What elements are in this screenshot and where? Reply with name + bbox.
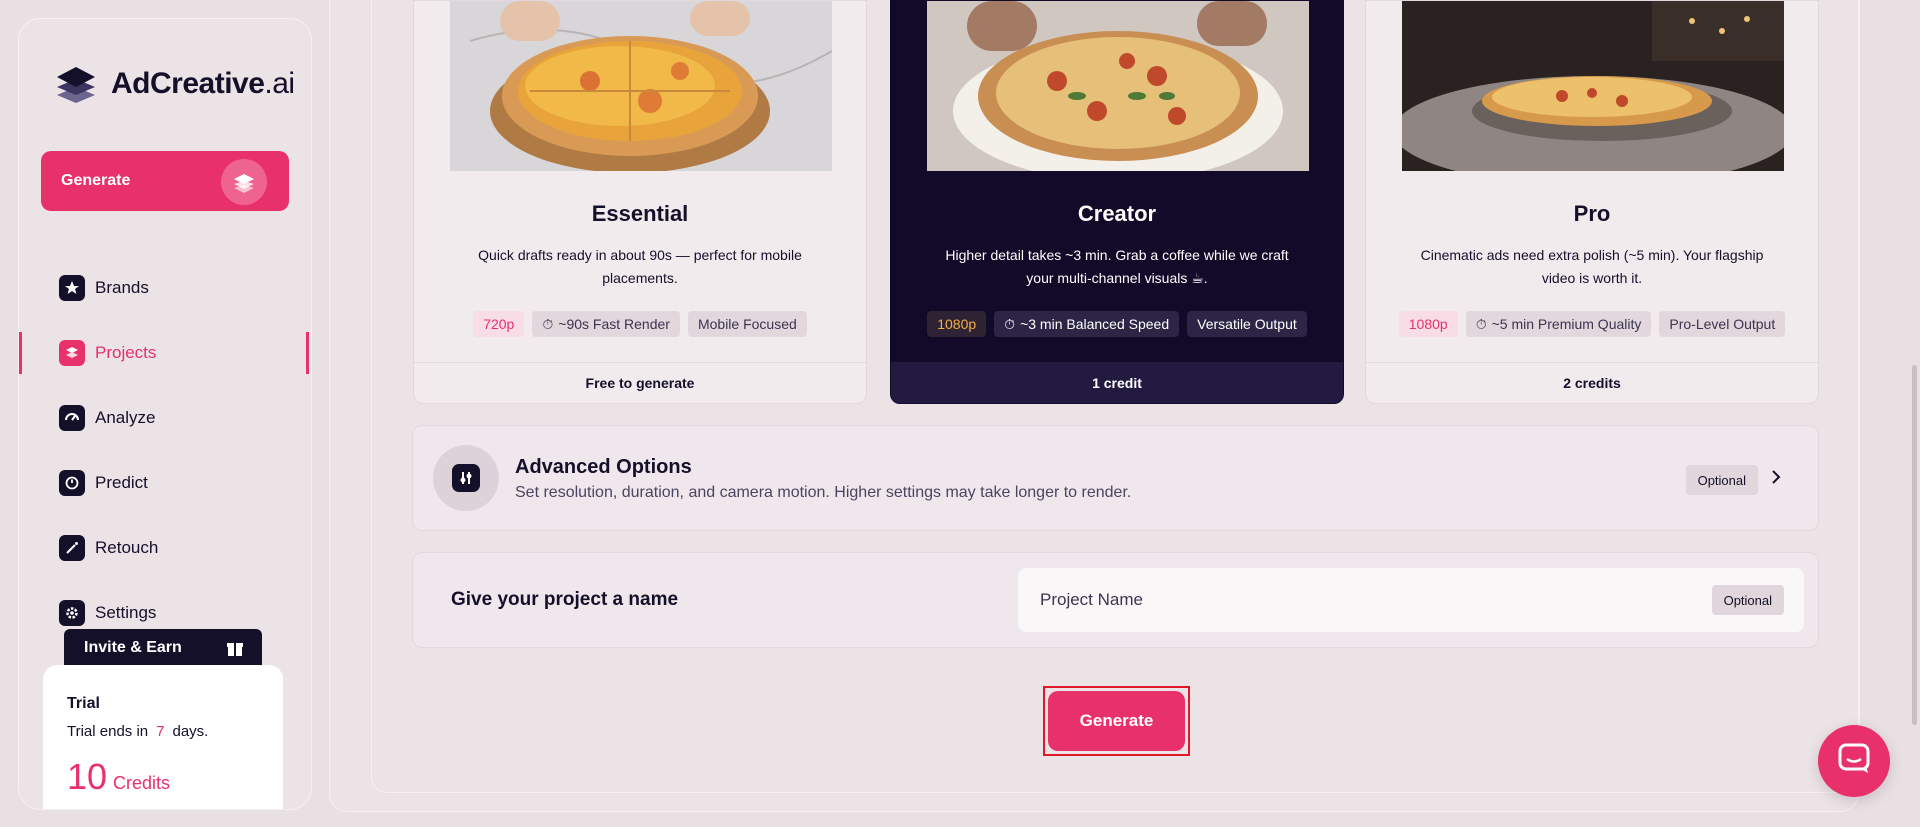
plan-description: Quick drafts ready in about 90s — perfec…: [478, 247, 802, 286]
resolution-tag: 1080p: [927, 311, 987, 337]
trial-card: Trial Trial ends in 7 days. 10 Credits: [43, 665, 283, 809]
sidebar-item-label: Brands: [95, 277, 149, 297]
chat-launcher-button[interactable]: [1818, 725, 1890, 797]
project-name-input[interactable]: [1040, 568, 1640, 632]
sidebar-item-label: Predict: [95, 472, 148, 492]
generate-button[interactable]: Generate: [1048, 691, 1185, 751]
gift-icon: [226, 639, 244, 662]
pizza-image: [927, 1, 1309, 171]
advanced-options-subtitle: Set resolution, duration, and camera mot…: [515, 484, 1132, 501]
speed-tag: ⏱ ~5 min Premium Quality: [1465, 311, 1652, 337]
sidebar-generate-label: Generate: [61, 172, 131, 189]
sidebar-nav: Brands Projects Analyze Predict Retouch …: [19, 255, 311, 645]
optional-badge: Optional: [1685, 465, 1758, 495]
layers-icon: [221, 159, 267, 205]
sidebar-item-projects[interactable]: Projects: [19, 320, 311, 385]
plan-tags: 720p ⏱ ~90s Fast Render Mobile Focused: [414, 311, 866, 337]
star-icon: [59, 274, 85, 301]
project-name-panel: Give your project a name Optional: [412, 552, 1819, 648]
plan-description: Cinematic ads need extra polish (~5 min)…: [1420, 247, 1764, 286]
pizza-image: [450, 1, 832, 171]
speed-tag: ⏱ ~3 min Balanced Speed: [994, 311, 1180, 337]
timer-icon: ⏱: [542, 315, 554, 332]
sidebar-item-predict[interactable]: Predict: [19, 450, 311, 515]
plan-description: Higher detail takes ~3 min. Grab a coffe…: [945, 247, 1289, 286]
invite-earn-button[interactable]: Invite & Earn: [64, 629, 262, 667]
sidebar-item-brands[interactable]: Brands: [19, 255, 311, 320]
plan-card-essential[interactable]: Essential Quick drafts ready in about 90…: [413, 0, 867, 404]
plan-title: Essential: [591, 201, 689, 226]
project-name-label: Give your project a name: [451, 589, 679, 610]
plan-cost: 1 credit: [891, 362, 1343, 403]
trial-credits: 10 Credits: [67, 756, 171, 797]
trial-title: Trial: [67, 695, 100, 712]
plan-title: Pro: [1573, 201, 1611, 226]
scrollbar[interactable]: [1912, 365, 1917, 725]
sidebar-item-label: Settings: [95, 602, 157, 622]
timer-icon: ⏱: [1004, 315, 1016, 332]
sidebar-generate-button[interactable]: Generate: [41, 151, 289, 211]
generate-button-highlight: Generate: [1043, 686, 1190, 756]
plan-title: Creator: [1077, 201, 1157, 226]
predict-icon: [59, 469, 85, 496]
speed-tag: ⏱ ~90s Fast Render: [532, 311, 680, 337]
plan-card-creator[interactable]: Creator Higher detail takes ~3 min. Grab…: [890, 0, 1344, 404]
pizza-image: [1402, 1, 1784, 171]
sidebar-item-label: Analyze: [95, 407, 156, 427]
project-name-field[interactable]: Optional: [1018, 568, 1804, 632]
gear-icon: [59, 599, 85, 626]
chat-icon: [1837, 742, 1871, 781]
logo-text: AdCreative.ai: [111, 67, 295, 100]
plan-tags: 1080p ⏱ ~3 min Balanced Speed Versatile O…: [891, 311, 1343, 337]
plan-cost: Free to generate: [414, 362, 866, 403]
logo-icon: [53, 61, 99, 107]
feature-tag: Versatile Output: [1187, 311, 1307, 337]
layers-icon: [59, 339, 85, 366]
logo[interactable]: AdCreative.ai: [53, 61, 295, 107]
chevron-right-icon[interactable]: [1770, 468, 1782, 491]
advanced-options-panel[interactable]: Advanced Options Set resolution, duratio…: [412, 425, 1819, 531]
trial-ends-text: Trial ends in 7 days.: [67, 723, 209, 740]
advanced-options-title: Advanced Options: [515, 456, 692, 478]
feature-tag: Pro-Level Output: [1659, 311, 1786, 337]
plan-card-pro[interactable]: Pro Cinematic ads need extra polish (~5 …: [1365, 0, 1819, 404]
feature-tag: Mobile Focused: [687, 311, 807, 337]
plan-cost: 2 credits: [1366, 362, 1818, 403]
plan-tags: 1080p ⏱ ~5 min Premium Quality Pro-Level …: [1366, 311, 1818, 337]
sidebar-item-analyze[interactable]: Analyze: [19, 385, 311, 450]
wand-icon: [59, 534, 85, 561]
sidebar-item-label: Retouch: [95, 537, 159, 557]
sidebar-item-retouch[interactable]: Retouch: [19, 515, 311, 580]
analyze-icon: [59, 404, 85, 431]
sliders-icon: [433, 445, 499, 511]
sidebar: AdCreative.ai Generate Brands Projects A…: [18, 18, 312, 810]
invite-earn-label: Invite & Earn: [84, 639, 182, 656]
resolution-tag: 1080p: [1398, 311, 1458, 337]
timer-icon: ⏱: [1475, 315, 1487, 332]
resolution-tag: 720p: [473, 311, 525, 337]
optional-badge: Optional: [1711, 585, 1784, 615]
sidebar-item-label: Projects: [95, 342, 157, 362]
